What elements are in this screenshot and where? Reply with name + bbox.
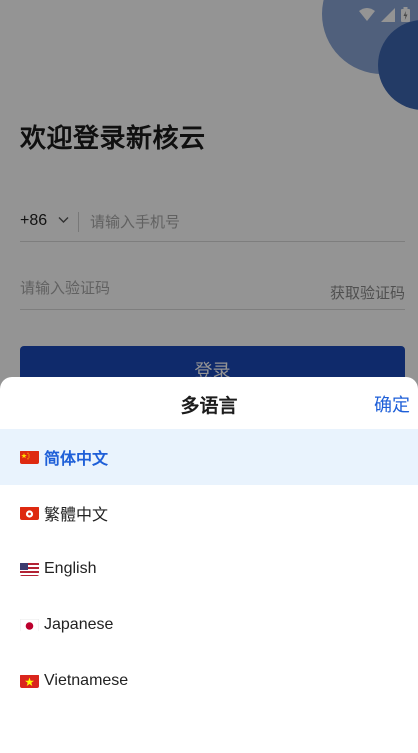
language-label: Japanese: [44, 616, 114, 633]
language-option-traditional-chinese[interactable]: 繁體中文: [0, 485, 418, 541]
language-label: 繁體中文: [44, 507, 109, 524]
language-label: 简体中文: [44, 451, 109, 468]
china-flag-icon: [20, 450, 39, 464]
language-option-english[interactable]: English: [0, 541, 418, 597]
language-option-japanese[interactable]: Japanese: [0, 597, 418, 653]
language-option-simplified-chinese[interactable]: 简体中文: [0, 429, 418, 485]
japan-flag-icon: [20, 618, 39, 632]
sheet-title: 多语言: [180, 395, 238, 417]
vietnam-flag-icon: [20, 674, 39, 688]
language-label: English: [44, 560, 97, 577]
language-option-vietnamese[interactable]: Vietnamese: [0, 653, 418, 709]
hong-kong-flag-icon: [20, 506, 39, 520]
sheet-header: 多语言 确定: [0, 377, 418, 429]
language-list: 简体中文 繁體中文 English Japanese Vietnamese: [0, 429, 418, 709]
language-label: Vietnamese: [44, 672, 129, 689]
confirm-button[interactable]: 确定: [374, 391, 410, 417]
usa-flag-icon: [20, 562, 39, 576]
language-sheet: 多语言 确定 简体中文 繁體中文 English Japanese Vietna…: [0, 377, 418, 753]
